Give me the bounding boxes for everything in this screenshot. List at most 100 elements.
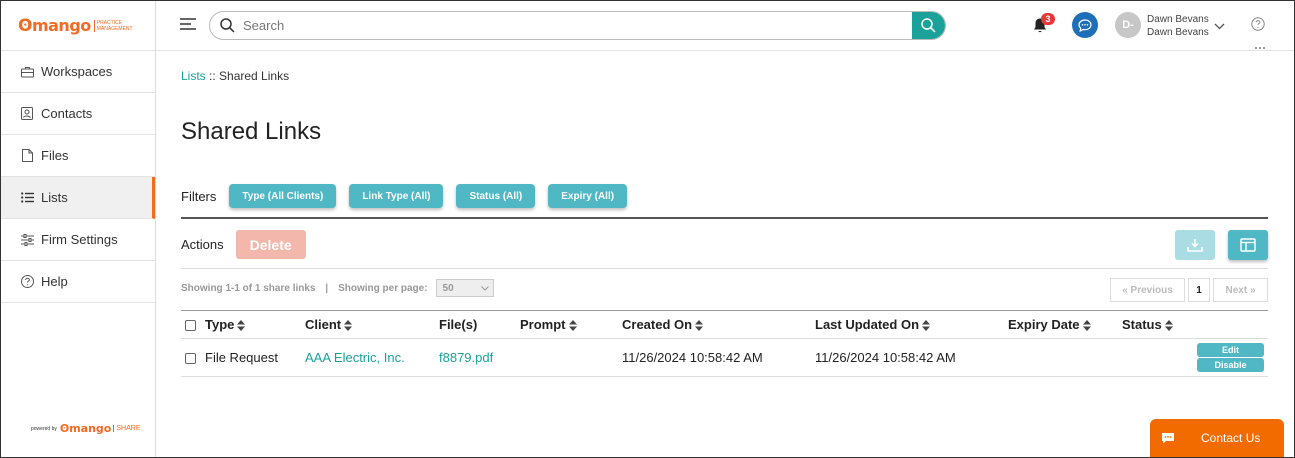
sidebar-item-lists[interactable]: Lists [1,177,155,219]
user-firm: Dawn Bevans [1147,27,1209,38]
actions-label: Actions [181,237,224,252]
logo-subtitle: PRACTICE MANAGEMENT [93,19,133,32]
chat-bubble-icon[interactable] [1072,12,1098,38]
sidebar-item-contacts[interactable]: Contacts [1,93,155,135]
previous-page-button[interactable]: « Previous [1110,278,1185,302]
sliders-icon [20,233,34,247]
sort-icon [237,320,246,332]
chevron-down-icon [480,285,489,291]
columns-icon [1240,238,1256,252]
sort-icon [568,320,577,332]
table-header-row: Type Client File(s) Prompt Created On La… [181,310,1268,339]
column-header-last-updated-on[interactable]: Last Updated On [815,310,1008,339]
breadcrumb: Lists :: Shared Links [181,69,289,83]
filter-status-button[interactable]: Status (All) [456,184,536,208]
cell-prompt [520,338,622,377]
disable-button[interactable]: Disable [1197,358,1264,372]
column-header-type[interactable]: Type [181,310,305,339]
sidebar-item-label: Files [41,148,69,163]
user-name: Dawn Bevans [1147,14,1209,25]
search-bar [209,11,946,40]
sidebar: ʘmango PRACTICE MANAGEMENT Workspaces Co… [1,1,156,457]
delete-button[interactable]: Delete [235,230,306,259]
column-header-client[interactable]: Client [305,310,439,339]
file-link[interactable]: f8879.pdf [439,350,493,365]
column-header-files: File(s) [439,310,520,339]
divider [181,217,1268,219]
mango-logo[interactable]: ʘmango PRACTICE MANAGEMENT [1,1,155,51]
search-icon [220,18,235,33]
cell-type: File Request [181,338,305,377]
cell-created-on: 11/26/2024 10:58:42 AM [622,338,815,377]
shared-links-table: Type Client File(s) Prompt Created On La… [181,310,1268,377]
sort-icon [1164,320,1173,332]
search-icon [921,18,936,33]
divider [181,268,1268,269]
download-button[interactable] [1175,230,1215,260]
search-button[interactable] [912,12,945,39]
contact-us-button[interactable]: Contact Us [1150,419,1284,457]
listing-info: Showing 1-1 of 1 share links | Showing p… [181,279,494,297]
sidebar-item-label: Workspaces [41,64,113,79]
top-header: 3 D- Dawn Bevans Dawn Bevans [156,1,1294,51]
breadcrumb-separator: :: [205,69,220,83]
chevron-down-icon[interactable] [1214,18,1225,33]
cell-expiry-date [1008,338,1122,377]
column-header-expiry-date[interactable]: Expiry Date [1008,310,1122,339]
briefcase-icon [20,65,34,79]
cell-client: AAA Electric, Inc. [305,338,439,377]
sidebar-item-help[interactable]: Help [1,261,155,303]
sidebar-item-workspaces[interactable]: Workspaces [1,51,155,93]
select-all-checkbox[interactable] [185,320,196,332]
sort-icon [1082,320,1091,332]
column-header-created-on[interactable]: Created On [622,310,815,339]
table-row: File Request AAA Electric, Inc. f8879.pd… [181,338,1268,377]
pagination: « Previous 1 Next » [1110,278,1268,302]
divider [1255,47,1265,49]
notification-badge: 3 [1041,13,1055,25]
page-title: Shared Links [181,118,322,145]
user-menu[interactable]: Dawn Bevans Dawn Bevans [1147,13,1209,39]
sidebar-item-label: Firm Settings [41,232,118,247]
column-header-status[interactable]: Status [1122,310,1268,339]
per-page-value: 50 [442,282,454,294]
column-layout-button[interactable] [1228,230,1268,260]
cell-last-updated-on: 11/26/2024 10:58:42 AM [815,338,1008,377]
breadcrumb-link-lists[interactable]: Lists [181,69,206,83]
hamburger-menu-icon[interactable] [180,17,196,31]
contact-us-label: Contact Us [1201,431,1261,445]
per-page-label: Showing per page: [338,282,428,294]
filters-bar: Filters Type (All Clients) Link Type (Al… [181,184,640,208]
sidebar-item-label: Lists [41,190,68,205]
sort-icon [695,320,704,332]
sidebar-item-label: Contacts [41,106,93,121]
cell-files: f8879.pdf [439,338,520,377]
sidebar-item-files[interactable]: Files [1,135,155,177]
search-input[interactable] [243,18,945,33]
column-header-prompt[interactable]: Prompt [520,310,622,339]
row-checkbox[interactable] [185,353,196,365]
sidebar-item-firm-settings[interactable]: Firm Settings [1,219,155,261]
sort-icon [922,320,931,332]
avatar[interactable]: D- [1115,12,1141,38]
breadcrumb-current: Shared Links [219,69,290,83]
logo-wordmark: ʘmango [18,15,91,36]
filter-link-type-button[interactable]: Link Type (All) [349,184,444,208]
filter-type-button[interactable]: Type (All Clients) [229,184,337,208]
help-circle-icon [20,275,34,289]
help-circle-icon[interactable] [1251,17,1265,34]
filter-expiry-button[interactable]: Expiry (All) [548,184,628,208]
page-number[interactable]: 1 [1188,278,1210,302]
sidebar-item-label: Help [41,274,68,289]
per-page-select[interactable]: 50 [435,279,494,297]
file-icon [20,149,34,163]
actions-bar: Actions Delete [181,230,306,259]
chat-icon [1161,432,1175,444]
showing-count: Showing 1-1 of 1 share links [181,282,316,294]
download-icon [1187,239,1203,252]
sort-icon [344,320,353,332]
contact-card-icon [20,107,34,121]
edit-button[interactable]: Edit [1197,343,1264,357]
next-page-button[interactable]: Next » [1213,278,1268,302]
client-link[interactable]: AAA Electric, Inc. [305,350,405,365]
